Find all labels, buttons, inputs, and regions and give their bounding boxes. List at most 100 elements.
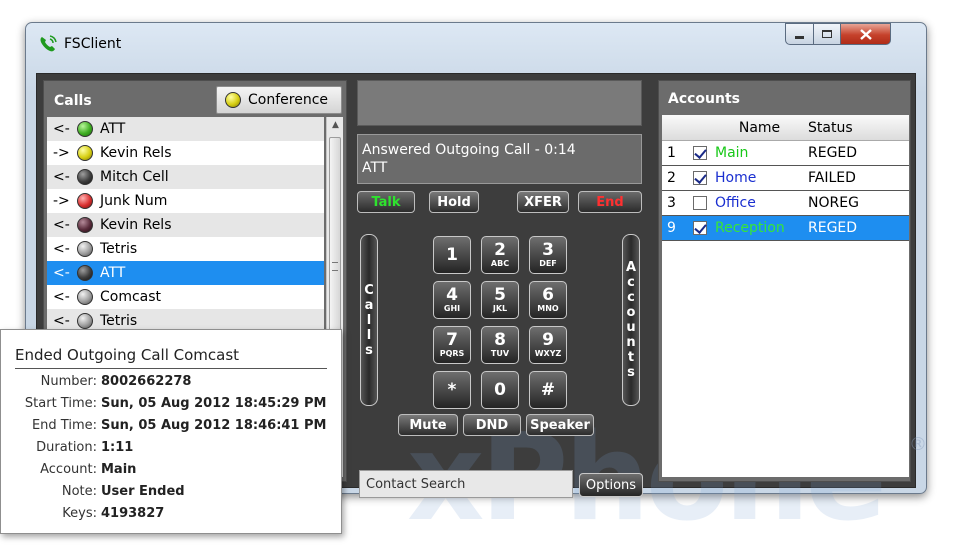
speaker-button[interactable]: Speaker (526, 414, 594, 436)
call-direction: <- (53, 289, 70, 305)
account-number: 1 (667, 145, 676, 161)
account-status: REGED (808, 145, 858, 161)
keypad-key[interactable]: # (529, 371, 567, 409)
account-row[interactable]: 2 Home FAILED (662, 166, 909, 191)
tooltip-value: Main (101, 462, 137, 477)
key-letters: MNO (537, 304, 559, 313)
accounts-panel: Accounts Name Status 1 Main REGED 2 Home FAIL… (658, 80, 911, 482)
call-status-led-icon (77, 313, 93, 329)
hold-button[interactable]: Hold (429, 191, 479, 213)
account-enabled-checkbox[interactable] (692, 196, 707, 210)
keypad-key[interactable]: 9 WXYZ (529, 326, 567, 364)
minimize-button[interactable] (785, 23, 814, 45)
window-title: FSClient (64, 36, 122, 52)
status-column-header[interactable]: Status (804, 120, 909, 136)
name-column-header[interactable]: Name (712, 120, 804, 136)
tooltip-value: 4193827 (101, 506, 165, 521)
mute-button[interactable]: Mute (398, 414, 458, 436)
accounts-table[interactable]: Name Status 1 Main REGED 2 Home FAILED 3 Office… (662, 115, 909, 477)
keypad-key[interactable]: 3 DEF (529, 236, 567, 274)
account-row[interactable]: 3 Office NOREG (662, 191, 909, 216)
contact-search-input[interactable]: Contact Search (359, 470, 573, 498)
account-enabled-checkbox[interactable] (692, 171, 707, 185)
call-row[interactable]: <- ATT (47, 117, 324, 141)
title-bar[interactable]: FSClient (26, 23, 926, 67)
call-status-led-icon (77, 193, 93, 209)
account-enabled-checkbox[interactable] (692, 221, 707, 235)
maximize-button[interactable] (814, 23, 841, 45)
call-status-text: Answered Outgoing Call - 0:14 (362, 142, 576, 158)
call-row[interactable]: -> Kevin Rels (47, 141, 324, 165)
key-letters: DEF (539, 259, 557, 268)
call-name: Kevin Rels (100, 145, 172, 161)
xfer-button[interactable]: XFER (517, 191, 569, 213)
key-digit: 0 (494, 379, 506, 400)
tooltip-value: Sun, 05 Aug 2012 18:45:29 PM (101, 396, 327, 411)
keypad-key[interactable]: * (433, 371, 471, 409)
call-direction: <- (53, 241, 70, 257)
key-digit: * (447, 379, 457, 400)
call-name: ATT (100, 265, 126, 281)
conference-button[interactable]: Conference (216, 86, 342, 114)
keypad-key[interactable]: 0 (481, 371, 519, 409)
account-number: 2 (667, 170, 676, 186)
call-row[interactable]: <- Kevin Rels (47, 213, 324, 237)
keypad-key[interactable]: 1 (433, 236, 471, 274)
tooltip-value: 8002662278 (101, 374, 192, 389)
key-digit: 1 (446, 244, 458, 265)
keypad-key[interactable]: 2 ABC (481, 236, 519, 274)
key-digit: 3 (542, 240, 554, 260)
call-status-led-icon (77, 241, 93, 257)
call-row[interactable]: <- Tetris (47, 237, 324, 261)
dnd-button[interactable]: DND (463, 414, 521, 436)
keypad-key[interactable]: 7 PQRS (433, 326, 471, 364)
talk-button[interactable]: Talk (357, 191, 415, 213)
key-digit: # (540, 379, 556, 400)
call-details-tooltip: Ended Outgoing Call Comcast Number: 80026… (0, 329, 342, 534)
options-button[interactable]: Options (579, 473, 643, 497)
phone-icon (40, 35, 57, 52)
account-name: Office (715, 195, 756, 211)
key-letters: GHI (443, 304, 461, 313)
scroll-up-icon[interactable]: ▲ (327, 120, 344, 130)
call-name: Tetris (100, 241, 138, 257)
key-digit: 9 (542, 330, 554, 350)
call-status-party: ATT (362, 160, 388, 176)
key-letters: JKL (492, 304, 508, 313)
keypad-key[interactable]: 4 GHI (433, 281, 471, 319)
call-row[interactable]: <- Mitch Cell (47, 165, 324, 189)
call-status-led-icon (77, 169, 93, 185)
call-name: Kevin Rels (100, 217, 172, 233)
keypad-key[interactable]: 5 JKL (481, 281, 519, 319)
keypad-key[interactable]: 8 TUV (481, 326, 519, 364)
tooltip-row: Account: Main (1, 462, 343, 484)
accounts-side-button[interactable]: Accounts (622, 234, 640, 406)
tooltip-value: 1:11 (101, 440, 134, 455)
call-direction: -> (53, 145, 70, 161)
key-digit: 5 (494, 285, 506, 305)
call-direction: <- (53, 169, 70, 185)
call-status-led-icon (77, 289, 93, 305)
account-row[interactable]: 1 Main REGED (662, 141, 909, 166)
calls-side-button[interactable]: Calls (360, 234, 378, 406)
call-direction: -> (53, 193, 70, 209)
keypad-key[interactable]: 6 MNO (529, 281, 567, 319)
call-status: Answered Outgoing Call - 0:14 ATT (357, 134, 642, 184)
call-row[interactable]: -> Junk Num (47, 189, 324, 213)
close-button[interactable] (841, 23, 891, 45)
call-row[interactable]: <- ATT (47, 261, 324, 285)
account-number: 3 (667, 195, 676, 211)
accounts-header-row: Name Status (662, 115, 909, 141)
call-name: Comcast (100, 289, 162, 305)
call-row[interactable]: <- Comcast (47, 285, 324, 309)
tooltip-label: Number: (40, 374, 97, 389)
conference-led-icon (225, 92, 241, 108)
tooltip-row: Start Time: Sun, 05 Aug 2012 18:45:29 PM (1, 396, 343, 418)
key-letters: PQRS (439, 349, 465, 358)
key-digit: 6 (542, 285, 554, 305)
end-button[interactable]: End (578, 191, 642, 213)
tooltip-row: Keys: 4193827 (1, 506, 343, 528)
account-enabled-checkbox[interactable] (692, 146, 707, 160)
key-letters: TUV (490, 349, 510, 358)
account-row[interactable]: 9 Reception REGED (662, 216, 909, 241)
